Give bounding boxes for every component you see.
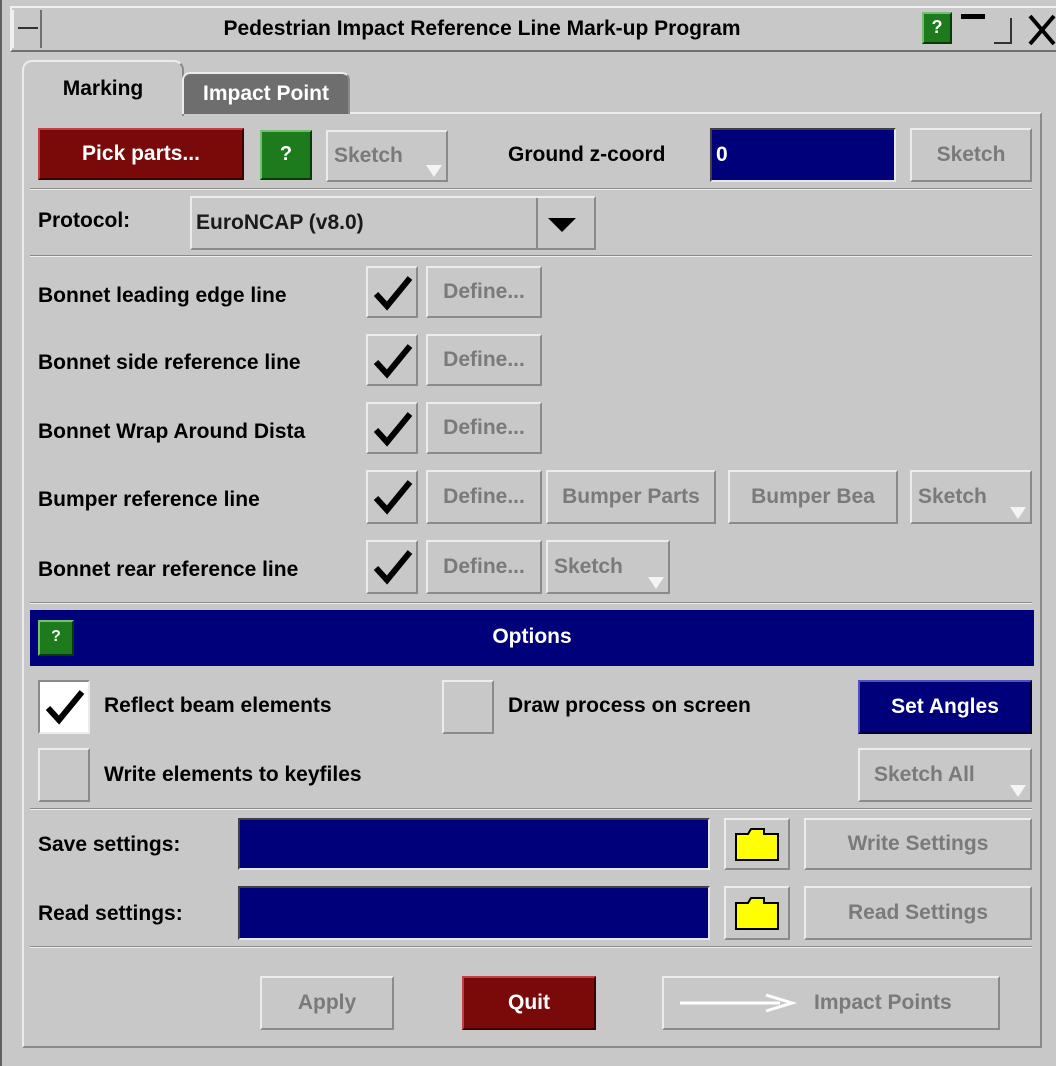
chevron-down-icon — [648, 577, 664, 589]
ground-z-input[interactable]: 0 — [710, 128, 896, 182]
checkmark-icon — [373, 480, 413, 515]
maximize-icon — [994, 18, 1012, 44]
save-settings-label: Save settings: — [38, 833, 181, 856]
folder-icon — [735, 828, 779, 861]
tab-marking[interactable]: Marking — [22, 60, 184, 116]
define-button-wrap-around[interactable]: Define... — [426, 402, 542, 454]
minimize-button[interactable] — [957, 10, 989, 46]
divider — [30, 602, 1032, 604]
bumper-parts-button[interactable]: Bumper Parts — [546, 470, 716, 524]
checkmark-icon — [45, 690, 85, 725]
bumper-beam-button[interactable]: Bumper Bea — [728, 470, 898, 524]
impact-points-label: Impact Points — [814, 991, 952, 1014]
impact-points-button[interactable]: Impact Points — [662, 976, 1000, 1030]
define-button-rear-reference[interactable]: Define... — [426, 540, 542, 594]
define-button-leading-edge[interactable]: Define... — [426, 266, 542, 318]
read-settings-input[interactable] — [238, 886, 710, 940]
read-settings-button[interactable]: Read Settings — [804, 886, 1032, 940]
tab-impact-point[interactable]: Impact Point — [182, 72, 350, 114]
options-header: ? Options — [30, 610, 1034, 666]
minimize-icon — [961, 14, 985, 19]
draw-process-label: Draw process on screen — [508, 694, 751, 717]
pick-parts-button[interactable]: Pick parts... — [38, 128, 244, 180]
checkbox-bumper[interactable] — [366, 470, 418, 524]
system-menu-icon[interactable] — [12, 10, 42, 48]
bumper-sketch-label: Sketch — [918, 485, 987, 508]
window-help-button[interactable]: ? — [922, 12, 952, 44]
maximize-button[interactable] — [992, 10, 1020, 46]
arrow-right-icon — [680, 993, 798, 1013]
sketch-dropdown-label: Sketch — [334, 144, 403, 167]
close-button[interactable] — [1024, 8, 1056, 48]
line-label-wrap-around: Bonnet Wrap Around Dista — [38, 420, 306, 443]
sketch-dropdown[interactable]: Sketch — [326, 130, 448, 182]
dialog-window: Pedestrian Impact Reference Line Mark-up… — [0, 0, 1056, 1066]
folder-icon — [735, 897, 779, 930]
read-settings-label: Read settings: — [38, 902, 183, 925]
chevron-down-icon — [426, 165, 442, 177]
rear-sketch-dropdown[interactable]: Sketch — [546, 540, 670, 594]
chevron-down-icon — [548, 218, 576, 232]
checkmark-icon — [373, 276, 413, 311]
ground-sketch-button[interactable]: Sketch — [910, 128, 1032, 182]
rear-sketch-label: Sketch — [554, 555, 623, 578]
sketch-all-label: Sketch All — [874, 763, 975, 786]
chevron-down-icon — [1010, 507, 1026, 519]
line-label-bumper: Bumper reference line — [38, 488, 260, 511]
save-browse-button[interactable] — [724, 818, 790, 870]
options-title: Options — [492, 625, 572, 648]
write-settings-button[interactable]: Write Settings — [804, 818, 1032, 870]
checkbox-leading-edge[interactable] — [366, 266, 418, 318]
tab-marking-label: Marking — [62, 77, 144, 100]
draw-process-checkbox[interactable] — [442, 680, 494, 734]
write-keyfiles-checkbox[interactable] — [38, 748, 90, 802]
protocol-selected-value: EuroNCAP (v8.0) — [196, 211, 364, 234]
protocol-label: Protocol: — [38, 209, 131, 232]
select-divider — [536, 198, 538, 248]
save-settings-input[interactable] — [238, 818, 710, 870]
chevron-down-icon — [1010, 785, 1026, 797]
bumper-sketch-dropdown[interactable]: Sketch — [910, 470, 1032, 524]
quit-button[interactable]: Quit — [462, 976, 596, 1030]
checkmark-icon — [373, 550, 413, 585]
line-label-leading-edge: Bonnet leading edge line — [38, 284, 287, 307]
line-label-rear-reference: Bonnet rear reference line — [38, 558, 299, 581]
set-angles-button[interactable]: Set Angles — [858, 680, 1032, 734]
ground-z-label: Ground z-coord — [508, 143, 666, 166]
protocol-select[interactable]: EuroNCAP (v8.0) — [190, 196, 596, 250]
read-browse-button[interactable] — [724, 886, 790, 940]
divider — [30, 946, 1032, 948]
checkmark-icon — [373, 344, 413, 379]
divider — [30, 808, 1032, 810]
sketch-all-dropdown[interactable]: Sketch All — [858, 748, 1032, 802]
divider — [30, 188, 1032, 190]
apply-button[interactable]: Apply — [260, 976, 394, 1030]
checkbox-wrap-around[interactable] — [366, 402, 418, 454]
help-button[interactable]: ? — [260, 130, 312, 180]
checkbox-side-reference[interactable] — [366, 334, 418, 386]
write-keyfiles-label: Write elements to keyfiles — [104, 763, 362, 786]
divider — [30, 255, 1032, 257]
close-icon — [1028, 14, 1056, 46]
line-label-side-reference: Bonnet side reference line — [38, 351, 301, 374]
reflect-beam-label: Reflect beam elements — [104, 694, 332, 717]
checkbox-rear-reference[interactable] — [366, 540, 418, 594]
tab-impact-point-label: Impact Point — [202, 82, 329, 105]
reflect-beam-checkbox[interactable] — [38, 680, 90, 734]
define-button-bumper[interactable]: Define... — [426, 470, 542, 524]
window-title: Pedestrian Impact Reference Line Mark-up… — [223, 17, 741, 40]
define-button-side-reference[interactable]: Define... — [426, 334, 542, 386]
checkmark-icon — [373, 412, 413, 447]
